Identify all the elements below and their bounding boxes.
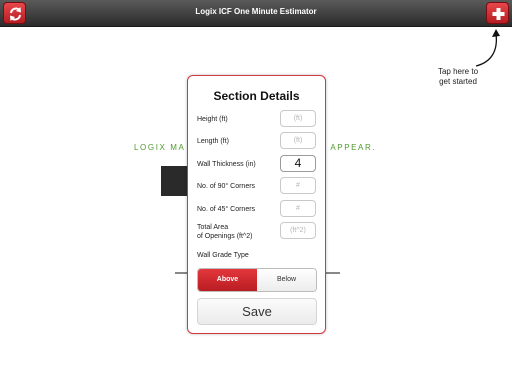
wall-grade-label: Wall Grade Type bbox=[197, 252, 249, 259]
curved-arrow-icon bbox=[475, 29, 500, 67]
save-button[interactable]: Save bbox=[197, 298, 317, 325]
wall-thickness-label: Wall Thickness (in) bbox=[197, 161, 256, 168]
openings-area-label-line-2: of Openings (ft^2) bbox=[197, 233, 253, 240]
height-input[interactable]: (ft) bbox=[280, 110, 316, 127]
length-label: Length (ft) bbox=[197, 138, 229, 145]
app-screen: Logix ICF One Minute Estimator Tap here … bbox=[0, 0, 512, 384]
app-title: Logix ICF One Minute Estimator bbox=[195, 7, 317, 16]
background-message-right: S APPEAR. bbox=[320, 143, 377, 152]
plus-icon bbox=[492, 8, 505, 20]
grade-option-below[interactable]: Below bbox=[257, 269, 316, 291]
length-input[interactable]: (ft) bbox=[280, 132, 316, 149]
openings-area-label-line-1: Total Area bbox=[197, 224, 229, 231]
wall-grade-toggle: Above Below bbox=[197, 268, 317, 292]
corners-45-label: No. of 45° Corners bbox=[197, 206, 256, 213]
wall-thickness-input[interactable]: 4 bbox=[280, 155, 316, 172]
dialog-title: Section Details bbox=[213, 89, 300, 103]
openings-area-input[interactable]: (ft^2) bbox=[280, 222, 316, 239]
openings-area-label: Total Area of Openings (ft^2) bbox=[197, 223, 252, 241]
corners-90-input[interactable]: # bbox=[280, 177, 316, 194]
add-section-button[interactable] bbox=[486, 2, 509, 24]
height-label: Height (ft) bbox=[197, 116, 228, 123]
corners-45-input[interactable]: # bbox=[280, 200, 316, 217]
top-bar: Logix ICF One Minute Estimator bbox=[0, 0, 512, 27]
corners-90-label: No. of 90° Corners bbox=[197, 183, 256, 190]
get-started-hint: Tap here to get started bbox=[428, 67, 488, 87]
background-message-left: LOGIX MA bbox=[134, 143, 186, 152]
hint-line-1: Tap here to bbox=[437, 67, 479, 76]
section-details-dialog: Section Details Height (ft) (ft) Length … bbox=[187, 75, 326, 334]
grade-option-above[interactable]: Above bbox=[198, 269, 257, 291]
hint-line-2: get started bbox=[439, 77, 477, 86]
